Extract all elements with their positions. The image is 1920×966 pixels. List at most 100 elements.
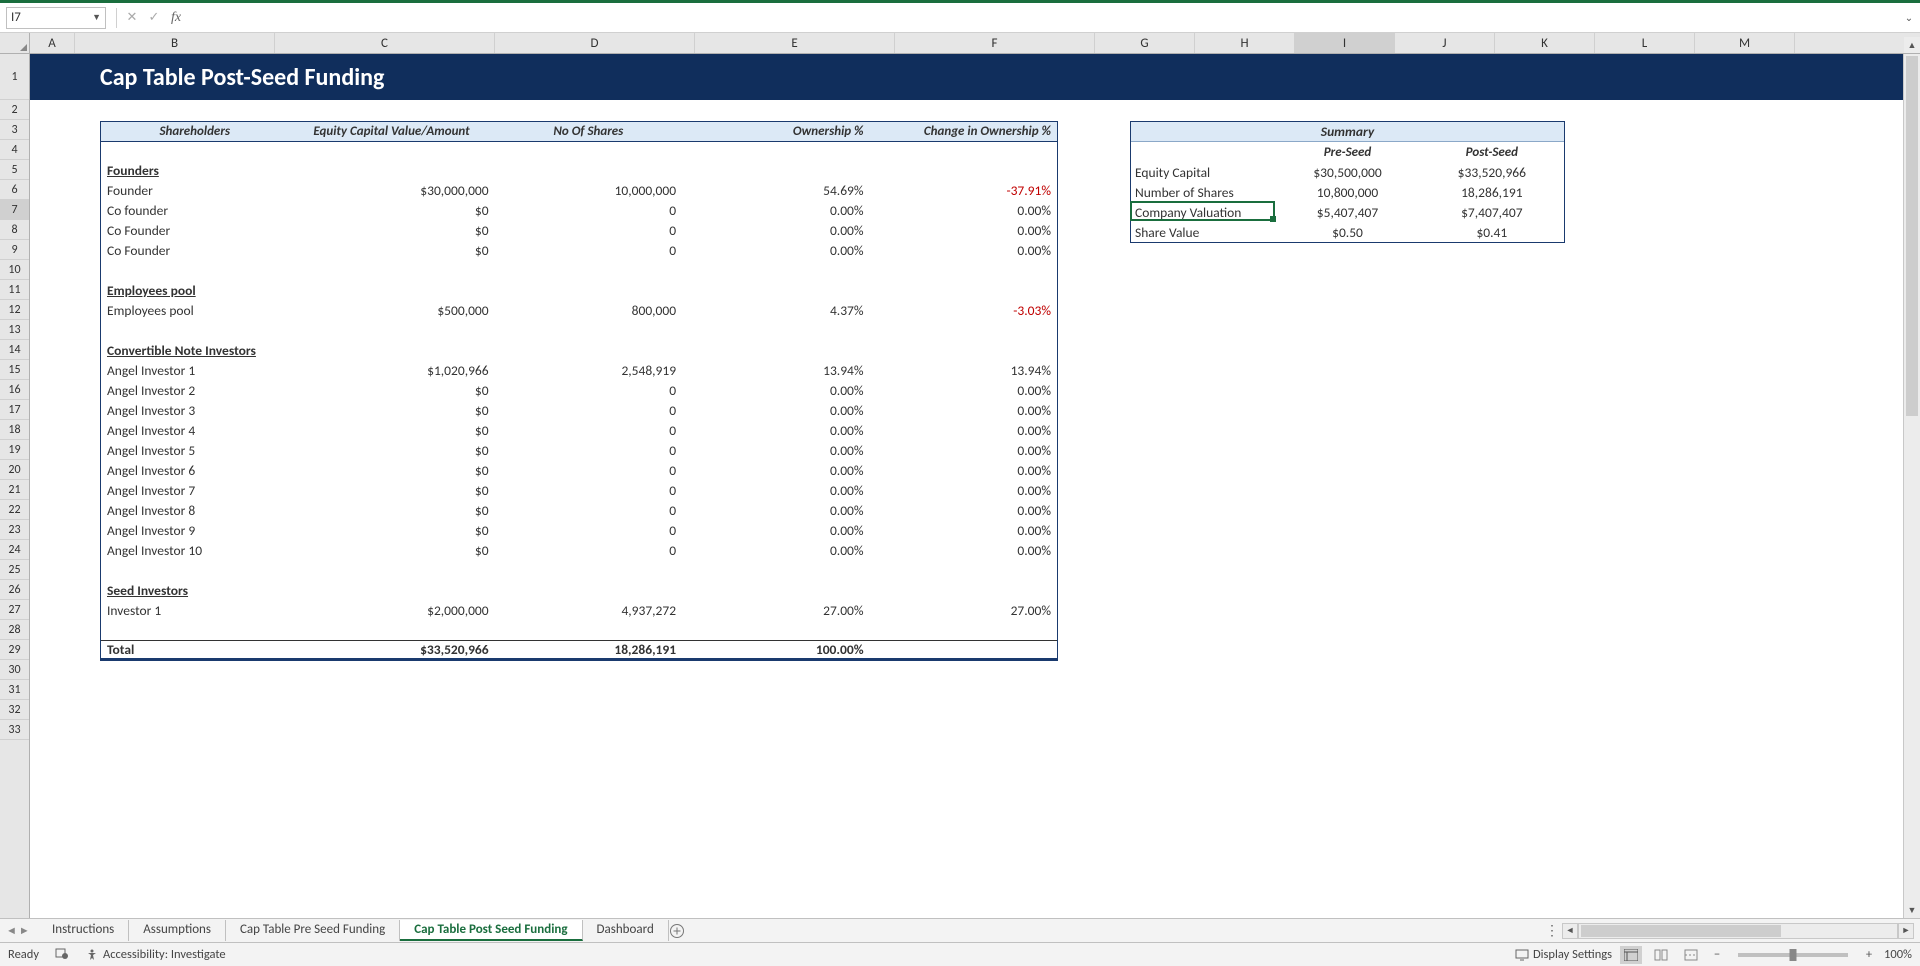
select-all-corner[interactable]: [0, 33, 30, 53]
cell-ownership[interactable]: 27.00%: [682, 600, 869, 620]
column-header-M[interactable]: M: [1695, 33, 1795, 53]
scroll-up-icon[interactable]: ▲: [1904, 37, 1920, 53]
cell-shares[interactable]: 0: [495, 520, 682, 540]
cell-equity[interactable]: $0: [288, 200, 494, 220]
column-header-F[interactable]: F: [895, 33, 1095, 53]
row-header-4[interactable]: 4: [0, 140, 29, 160]
hscroll-thumb[interactable]: [1581, 925, 1781, 937]
cell-name[interactable]: Angel Investor 4: [101, 420, 288, 440]
summary-pre-value[interactable]: $30,500,000: [1275, 162, 1419, 182]
tab-next-icon[interactable]: ►: [19, 924, 30, 937]
cell-change[interactable]: 0.00%: [870, 520, 1057, 540]
cell-change[interactable]: 0.00%: [870, 440, 1057, 460]
cell-equity[interactable]: $0: [288, 400, 494, 420]
cell-shares[interactable]: 0: [495, 420, 682, 440]
hscroll-left-icon[interactable]: ◄: [1562, 923, 1578, 939]
zoom-slider[interactable]: [1738, 953, 1848, 957]
sheet-tab[interactable]: Assumptions: [129, 920, 226, 941]
row-header-12[interactable]: 12: [0, 300, 29, 320]
cell-name[interactable]: Angel Investor 10: [101, 540, 288, 560]
cell-equity[interactable]: $0: [288, 420, 494, 440]
cell-ownership[interactable]: 0.00%: [682, 400, 869, 420]
row-header-27[interactable]: 27: [0, 600, 29, 620]
cell-change[interactable]: 27.00%: [870, 600, 1057, 620]
cell-change[interactable]: 0.00%: [870, 540, 1057, 560]
summary-pre-value[interactable]: $5,407,407: [1275, 202, 1419, 222]
row-header-22[interactable]: 22: [0, 500, 29, 520]
cell-change[interactable]: 0.00%: [870, 420, 1057, 440]
row-header-5[interactable]: 5: [0, 160, 29, 180]
accessibility-status[interactable]: Accessibility: Investigate: [85, 947, 226, 962]
column-header-E[interactable]: E: [695, 33, 895, 53]
cell-shares[interactable]: 0: [495, 540, 682, 560]
tab-ellipsis-icon[interactable]: ⋮: [1542, 922, 1562, 939]
row-header-25[interactable]: 25: [0, 560, 29, 580]
summary-row-label[interactable]: Company Valuation: [1131, 202, 1275, 222]
zoom-out-button[interactable]: −: [1710, 947, 1724, 962]
row-header-17[interactable]: 17: [0, 400, 29, 420]
row-header-19[interactable]: 19: [0, 440, 29, 460]
cells-area[interactable]: Cap Table Post-Seed Funding Shareholders…: [30, 54, 1920, 918]
cell-name[interactable]: Employees pool: [101, 300, 288, 320]
row-header-9[interactable]: 9: [0, 240, 29, 260]
cell-equity[interactable]: $0: [288, 480, 494, 500]
row-header-26[interactable]: 26: [0, 580, 29, 600]
scroll-thumb[interactable]: [1906, 56, 1918, 416]
cell-change[interactable]: 0.00%: [870, 460, 1057, 480]
zoom-level[interactable]: 100%: [1884, 947, 1912, 962]
scroll-down-icon[interactable]: ▼: [1904, 902, 1920, 918]
cell-change[interactable]: 0.00%: [870, 200, 1057, 220]
cell-ownership[interactable]: 0.00%: [682, 520, 869, 540]
summary-row-label[interactable]: Share Value: [1131, 222, 1275, 242]
cell-ownership[interactable]: 0.00%: [682, 380, 869, 400]
row-header-7[interactable]: 7: [0, 200, 29, 220]
expand-formula-bar-icon[interactable]: ⌄: [1898, 11, 1920, 24]
confirm-icon[interactable]: ✓: [143, 7, 165, 29]
row-header-8[interactable]: 8: [0, 220, 29, 240]
summary-row-label[interactable]: Number of Shares: [1131, 182, 1275, 202]
fx-icon[interactable]: fx: [165, 7, 187, 29]
chevron-down-icon[interactable]: ▼: [92, 12, 101, 23]
column-header-H[interactable]: H: [1195, 33, 1295, 53]
cell-shares[interactable]: 0: [495, 500, 682, 520]
cell-ownership[interactable]: 0.00%: [682, 480, 869, 500]
column-header-L[interactable]: L: [1595, 33, 1695, 53]
cell-name[interactable]: Angel Investor 1: [101, 360, 288, 380]
cancel-icon[interactable]: ✕: [121, 7, 143, 29]
cell-equity[interactable]: $0: [288, 220, 494, 240]
row-header-29[interactable]: 29: [0, 640, 29, 660]
sheet-tab[interactable]: Cap Table Post Seed Funding: [400, 920, 582, 941]
cell-name[interactable]: Founder: [101, 180, 288, 200]
summary-post-value[interactable]: $33,520,966: [1420, 162, 1564, 182]
cell-equity[interactable]: $0: [288, 240, 494, 260]
view-normal-button[interactable]: [1620, 946, 1642, 964]
cell-ownership[interactable]: 0.00%: [682, 500, 869, 520]
cell-equity[interactable]: $500,000: [288, 300, 494, 320]
row-header-30[interactable]: 30: [0, 660, 29, 680]
cell-name[interactable]: Co Founder: [101, 220, 288, 240]
cell-shares[interactable]: 0: [495, 220, 682, 240]
cell-name[interactable]: Angel Investor 9: [101, 520, 288, 540]
row-header-3[interactable]: 3: [0, 120, 29, 140]
cell-ownership[interactable]: 4.37%: [682, 300, 869, 320]
cell-equity[interactable]: $2,000,000: [288, 600, 494, 620]
cell-ownership[interactable]: 0.00%: [682, 200, 869, 220]
column-header-D[interactable]: D: [495, 33, 695, 53]
row-header-31[interactable]: 31: [0, 680, 29, 700]
cell-shares[interactable]: 0: [495, 200, 682, 220]
summary-post-value[interactable]: 18,286,191: [1420, 182, 1564, 202]
row-header-13[interactable]: 13: [0, 320, 29, 340]
hscroll-right-icon[interactable]: ►: [1898, 923, 1914, 939]
cell-ownership[interactable]: 54.69%: [682, 180, 869, 200]
cell-equity[interactable]: $1,020,966: [288, 360, 494, 380]
row-header-10[interactable]: 10: [0, 260, 29, 280]
cell-ownership[interactable]: 13.94%: [682, 360, 869, 380]
cell-shares[interactable]: 0: [495, 380, 682, 400]
zoom-in-button[interactable]: +: [1862, 947, 1876, 962]
column-header-I[interactable]: I: [1295, 33, 1395, 53]
name-box[interactable]: I7 ▼: [6, 7, 106, 29]
cell-shares[interactable]: 0: [495, 440, 682, 460]
add-sheet-button[interactable]: [669, 923, 693, 939]
cell-name[interactable]: Co Founder: [101, 240, 288, 260]
cell-shares[interactable]: 0: [495, 460, 682, 480]
